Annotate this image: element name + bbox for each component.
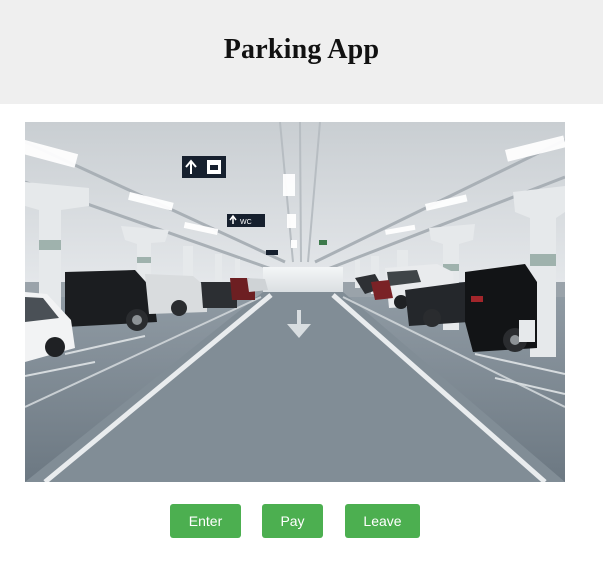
enter-button[interactable]: Enter xyxy=(170,504,241,538)
leave-button[interactable]: Leave xyxy=(345,504,420,538)
svg-text:WC: WC xyxy=(240,219,252,226)
pay-button[interactable]: Pay xyxy=(262,504,323,538)
parking-garage-image: WC xyxy=(25,122,565,482)
page-title: Parking App xyxy=(223,34,380,65)
arrow-sign-icon xyxy=(182,156,226,178)
action-buttons: Enter Pay Leave xyxy=(0,504,603,538)
app-header: Parking App xyxy=(0,0,603,104)
